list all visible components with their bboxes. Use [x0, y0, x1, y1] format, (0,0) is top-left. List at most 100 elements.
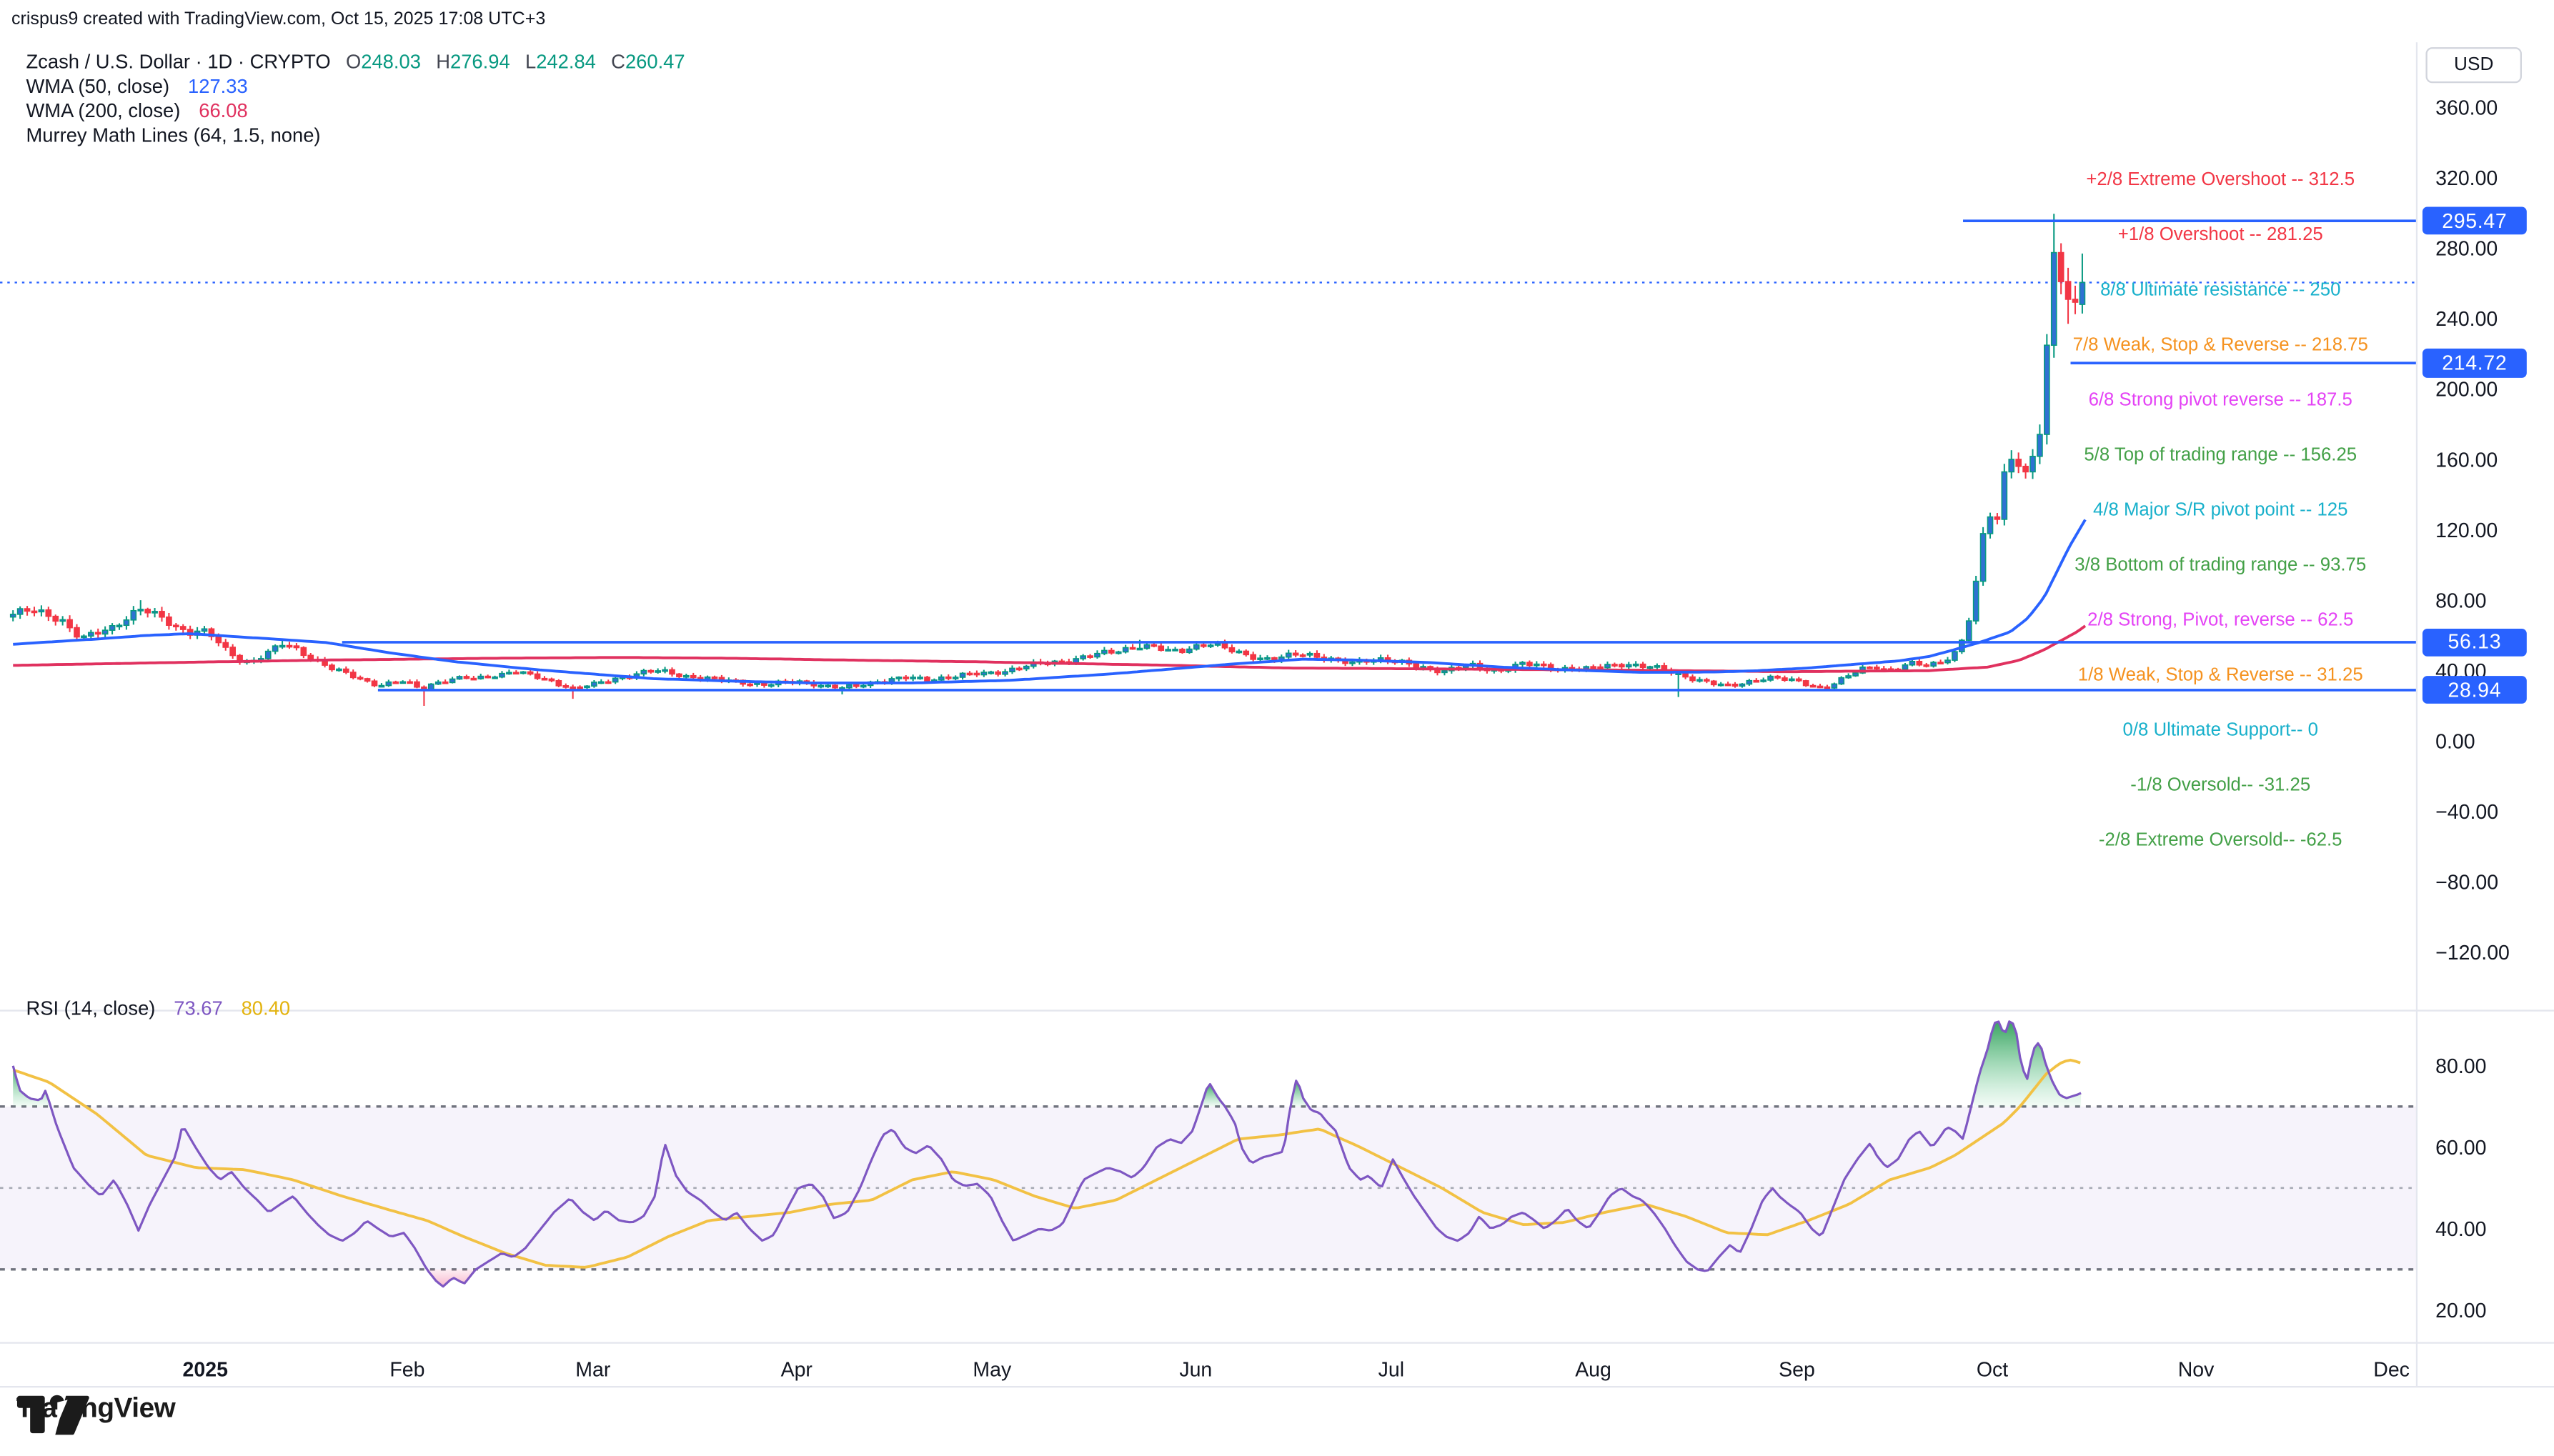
murrey-level-label: -1/8 Oversold-- -31.25 [2130, 774, 2310, 794]
time-axis-label[interactable]: May [973, 1358, 1012, 1381]
candle [414, 682, 419, 687]
wma50-row[interactable]: WMA (50, close) 127.33 [26, 75, 685, 99]
candle [641, 671, 646, 674]
candle [818, 685, 823, 687]
candle [1229, 648, 1234, 652]
candle [974, 673, 979, 674]
candle [116, 625, 121, 627]
candle [861, 685, 866, 687]
candle [1024, 667, 1029, 669]
murrey-level-label: 7/8 Weak, Stop & Reverse -- 218.75 [2073, 334, 2368, 354]
candle [946, 677, 951, 679]
price-badge: 56.13 [2423, 628, 2527, 657]
candle [1797, 679, 1802, 680]
symbol-row[interactable]: Zcash / U.S. Dollar · 1D · CRYPTO O248.0… [26, 51, 685, 75]
candle [1201, 644, 1206, 646]
price-axis-tick: 240.00 [2435, 308, 2498, 331]
candle [549, 679, 554, 680]
time-axis-label[interactable]: Jun [1179, 1358, 1212, 1381]
candle [755, 683, 760, 684]
price-axis-tick: 280.00 [2435, 238, 2498, 261]
high-value: 276.94 [450, 51, 510, 74]
candle [407, 682, 412, 683]
murrey-level-label: 1/8 Weak, Stop & Reverse -- 31.25 [2078, 664, 2363, 684]
candle [1902, 665, 1907, 669]
candle [1952, 652, 1957, 660]
candle [81, 636, 86, 637]
rsi-overbought-fill [1974, 1022, 2081, 1107]
candle [344, 669, 349, 672]
candle [2059, 253, 2064, 282]
time-axis-label[interactable]: Mar [575, 1358, 611, 1381]
time-axis-label[interactable]: Nov [2178, 1358, 2215, 1381]
candle [563, 686, 568, 687]
candlestick-series [11, 214, 2085, 706]
candle [1534, 664, 1539, 666]
time-axis-label[interactable]: Jul [1378, 1358, 1404, 1381]
murrey-row[interactable]: Murrey Math Lines (64, 1.5, none) [26, 124, 685, 148]
candle [1222, 643, 1227, 647]
currency-toggle[interactable]: USD [2425, 47, 2522, 83]
candle [1243, 651, 1248, 654]
candle [995, 672, 1000, 674]
candle [1853, 673, 1858, 676]
candle [1520, 662, 1525, 664]
candle [1690, 677, 1695, 681]
candle [471, 679, 476, 680]
candle [1994, 517, 1999, 519]
rsi-legend[interactable]: RSI (14, close) 73.67 80.40 [26, 997, 290, 1019]
tradingview-logo-icon [16, 1392, 91, 1435]
candle [1413, 664, 1418, 667]
time-axis-label[interactable]: 2025 [183, 1358, 229, 1381]
candle [2037, 434, 2042, 457]
candle [1811, 686, 1816, 687]
tradingview-published-chart: +2/8 Extreme Overshoot -- 312.5+1/8 Over… [0, 0, 2554, 1456]
candle [585, 686, 590, 687]
candle [103, 630, 108, 634]
candle [939, 677, 944, 680]
candle [1817, 686, 1822, 687]
time-axis-label[interactable]: Oct [1977, 1358, 2008, 1381]
candle [31, 611, 36, 612]
time-axis-label[interactable]: Sep [1779, 1358, 1815, 1381]
candle [1158, 646, 1163, 650]
candle [1782, 678, 1787, 680]
time-axis-labels[interactable]: 2025 Feb Mar Apr May Jun Jul Aug Sep Oct Nov Dec [183, 1358, 2410, 1381]
candle [386, 682, 391, 686]
candle [393, 682, 398, 684]
candle [492, 677, 497, 679]
candle [372, 681, 377, 685]
candle [358, 677, 363, 679]
time-axis-label[interactable]: Feb [389, 1358, 424, 1381]
candle [436, 682, 441, 684]
candle [670, 670, 675, 674]
tradingview-logo[interactable]: TradingView [16, 1392, 176, 1425]
candle [60, 619, 65, 621]
price-badge: 295.47 [2423, 206, 2527, 235]
candle [1641, 664, 1646, 668]
price-axis-tick: 200.00 [2435, 379, 2498, 402]
candle [953, 677, 958, 679]
candle [1619, 664, 1624, 667]
close-value: 260.47 [625, 51, 685, 74]
candle [825, 685, 830, 687]
low-value: 242.84 [536, 51, 596, 74]
candle [918, 677, 923, 679]
price-badge: 214.72 [2423, 349, 2527, 377]
candle [1173, 649, 1178, 651]
chart-canvas[interactable]: +2/8 Extreme Overshoot -- 312.5+1/8 Over… [0, 0, 2554, 1456]
candle [1541, 664, 1546, 666]
candle [287, 646, 292, 647]
time-axis-label[interactable]: Aug [1575, 1358, 1611, 1381]
candle [53, 617, 58, 622]
candle [1739, 684, 1744, 687]
murrey-level-label: -2/8 Extreme Oversold-- -62.5 [2099, 829, 2342, 849]
candle [1967, 621, 1972, 640]
time-axis-label[interactable]: Apr [781, 1358, 813, 1381]
wma200-row[interactable]: WMA (200, close) 66.08 [26, 99, 685, 124]
candle [1151, 644, 1156, 646]
wma-overlays [13, 519, 2085, 682]
candle [18, 609, 23, 614]
time-axis-label[interactable]: Dec [2373, 1358, 2410, 1381]
candle [1711, 681, 1716, 684]
